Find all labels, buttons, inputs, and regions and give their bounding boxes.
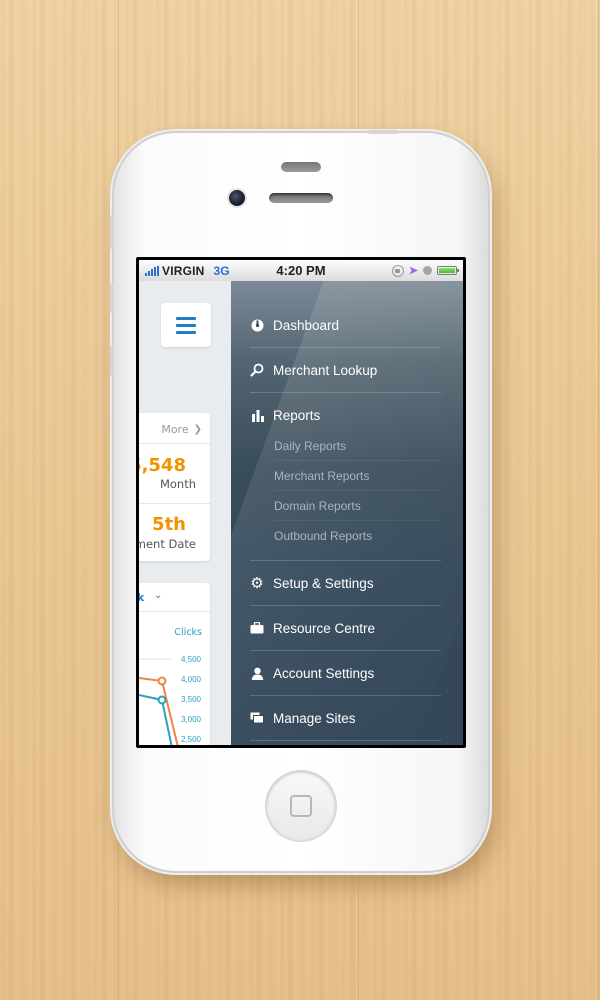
series-line-teal — [139, 694, 173, 745]
network-type: 3G — [213, 263, 230, 278]
clicks-chart-card: k ⌄ Clicks 4,500 4,000 3,500 3,000 2,500 — [139, 583, 210, 745]
menu-toggle-button[interactable] — [161, 303, 211, 347]
battery-icon — [437, 266, 459, 275]
carrier-name: VIRGIN — [162, 263, 205, 278]
menu-item-label: Dashboard — [273, 317, 340, 333]
dashboard-icon — [250, 318, 264, 332]
data-point — [157, 695, 167, 705]
submenu-item-label: Domain Reports — [274, 498, 361, 513]
volume-down-button — [110, 346, 114, 376]
mute-switch — [110, 215, 114, 249]
home-button[interactable] — [266, 771, 336, 841]
y-tick-label: 3,500 — [181, 695, 202, 704]
menu-item-label: Setup & Settings — [273, 575, 374, 591]
stat-label: Month — [159, 477, 196, 491]
stats-card: More ❯ 5,548 Month 5th ment Date — [139, 413, 210, 561]
briefcase-icon — [250, 621, 264, 635]
menu-item-label: Merchant Lookup — [273, 362, 378, 378]
menu-item-label: Resource Centre — [273, 620, 376, 636]
search-icon — [250, 363, 264, 377]
bar-chart-icon — [250, 409, 264, 423]
menu-item-merchant-lookup[interactable]: Merchant Lookup — [250, 348, 441, 393]
gear-icon: ⚙ — [250, 575, 264, 592]
status-bar: VIRGIN 3G 4:20 PM ➤ — [139, 260, 463, 281]
power-button — [368, 130, 398, 134]
orientation-lock-icon — [391, 264, 404, 277]
submenu-item-label: Outbound Reports — [274, 529, 373, 543]
user-icon — [250, 666, 264, 680]
dashboard-panel: More ❯ 5,548 Month 5th ment Date k ⌄ Cli… — [139, 281, 231, 745]
y-tick-label: 4,500 — [181, 655, 202, 664]
alarm-icon — [423, 266, 432, 275]
stat-value: 5,548 — [139, 455, 186, 476]
more-link[interactable]: More ❯ — [161, 423, 202, 436]
y-tick-label: 2,500 — [181, 735, 202, 744]
chevron-right-icon: ❯ — [193, 424, 202, 435]
menu-item-resource-centre[interactable]: Resource Centre — [250, 606, 441, 651]
stat-label: ment Date — [139, 537, 196, 551]
earpiece-speaker — [269, 193, 333, 203]
y-tick-label: 3,000 — [181, 715, 202, 724]
stat-value: 5th — [152, 514, 186, 535]
submenu-item-daily-reports[interactable]: Daily Reports — [274, 431, 441, 461]
menu-item-manage-sites[interactable]: Manage Sites — [250, 696, 441, 741]
sidebar-menu: Dashboard Merchant Lookup Reports Daily … — [231, 281, 463, 745]
submenu-item-label: Daily Reports — [274, 438, 347, 453]
front-camera — [229, 190, 245, 206]
submenu-item-domain-reports[interactable]: Domain Reports — [274, 491, 441, 521]
data-point — [157, 676, 167, 686]
sites-icon — [250, 711, 264, 725]
more-label: More — [161, 423, 189, 436]
submenu-item-outbound-reports[interactable]: Outbound Reports — [274, 521, 441, 551]
submenu-item-merchant-reports[interactable]: Merchant Reports — [274, 461, 441, 491]
home-square-icon — [290, 795, 312, 817]
hamburger-icon-bar — [176, 330, 196, 334]
menu-item-setup-settings[interactable]: ⚙ Setup & Settings — [250, 561, 441, 606]
y-tick-label: 4,000 — [181, 675, 202, 684]
volume-up-button — [110, 283, 114, 313]
submenu-item-label: Merchant Reports — [274, 468, 370, 483]
hamburger-icon-bar — [176, 323, 196, 327]
menu-item-account-settings[interactable]: Account Settings — [250, 651, 441, 696]
location-icon: ➤ — [408, 264, 418, 277]
menu-item-label: Reports — [273, 408, 321, 423]
hamburger-icon-bar — [176, 316, 196, 320]
series-line-orange — [139, 677, 179, 745]
menu-item-label: Account Settings — [273, 665, 375, 681]
proximity-sensor — [281, 162, 321, 172]
phone-screen: VIRGIN 3G 4:20 PM ➤ More ❯ 5,548 — [136, 257, 466, 748]
menu-item-dashboard[interactable]: Dashboard — [250, 303, 441, 348]
clicks-chart: 4,500 4,000 3,500 3,000 2,500 — [139, 655, 202, 745]
signal-icon — [145, 265, 159, 276]
menu-item-label: Manage Sites — [273, 710, 356, 726]
app-viewport: More ❯ 5,548 Month 5th ment Date k ⌄ Cli… — [139, 281, 463, 745]
